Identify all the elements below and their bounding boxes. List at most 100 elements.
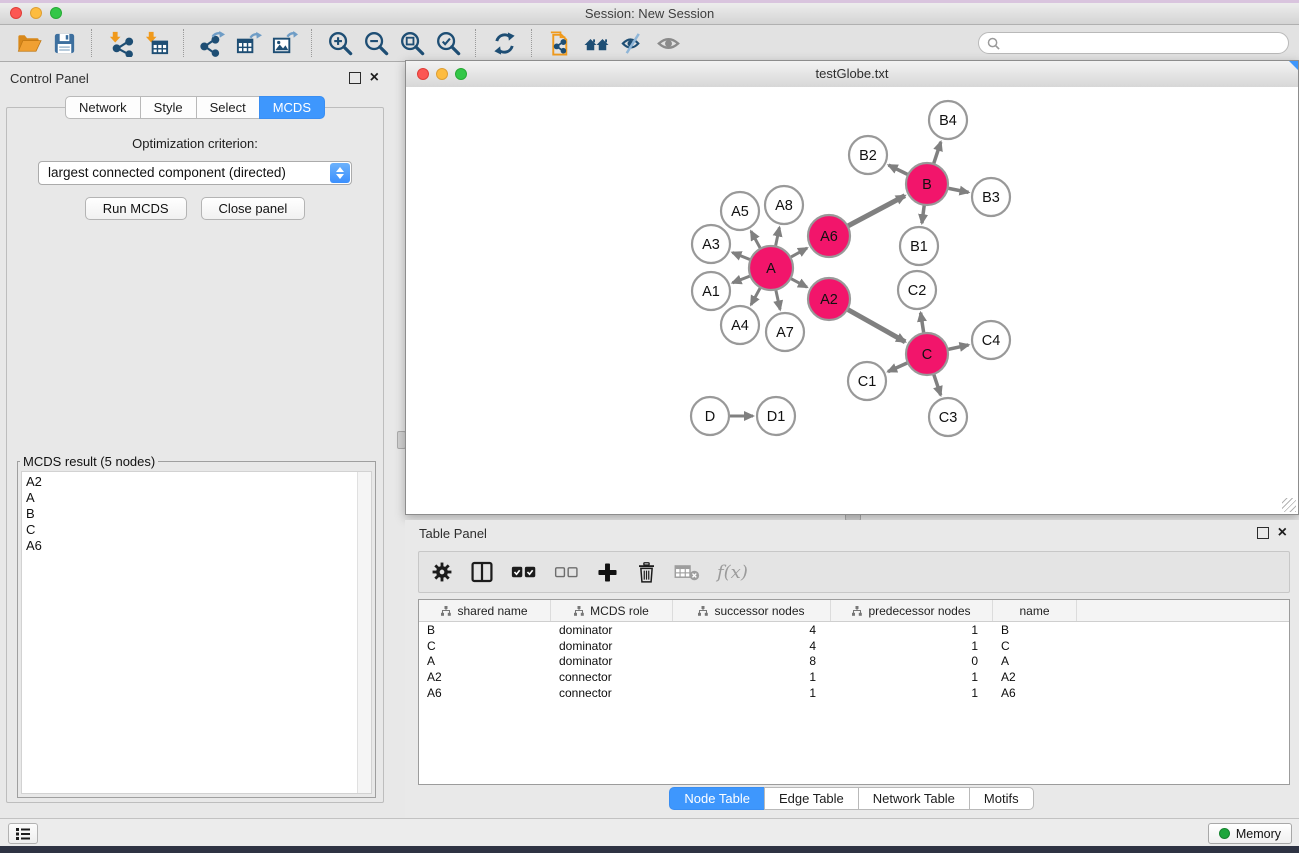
graph-node-C[interactable]: C — [906, 333, 948, 375]
close-table-panel-icon[interactable] — [1278, 527, 1287, 539]
float-table-panel-icon[interactable] — [1257, 527, 1269, 539]
zoom-network-button[interactable] — [455, 68, 467, 80]
window-resize-grip[interactable] — [1282, 498, 1296, 512]
attribute-settings-button[interactable] — [431, 561, 453, 583]
deselect-all-button[interactable] — [554, 564, 579, 580]
table-row[interactable]: Cdominator41C — [419, 638, 1289, 654]
graph-node-B3[interactable]: B3 — [972, 178, 1010, 216]
zoom-fit-button[interactable] — [394, 27, 430, 59]
export-table-button[interactable] — [230, 27, 266, 59]
column-header-successor-nodes[interactable]: successor nodes — [673, 600, 831, 621]
graph-node-A5[interactable]: A5 — [721, 192, 759, 230]
import-table-button[interactable] — [138, 27, 174, 59]
criterion-dropdown[interactable]: largest connected component (directed) — [38, 161, 352, 185]
dropdown-stepper-icon[interactable] — [330, 163, 350, 183]
network-graph[interactable]: B4 B2 B B3 A8A5 A6 A3 B1 A C2 A1 A2 A4A7 C4 C C1 C3 D D1 — [406, 87, 1298, 514]
graph-node-B[interactable]: B — [906, 163, 948, 205]
graph-node-A6[interactable]: A6 — [808, 215, 850, 257]
save-session-button[interactable] — [46, 27, 82, 59]
minimize-window-button[interactable] — [30, 7, 42, 19]
double-home-icon — [583, 30, 610, 57]
mcds-result-item[interactable]: A — [26, 490, 371, 506]
export-network-button[interactable] — [194, 27, 230, 59]
zoom-out-button[interactable] — [358, 27, 394, 59]
run-mcds-button[interactable]: Run MCDS — [85, 197, 187, 220]
cell-predecessor-nodes: 1 — [831, 639, 993, 653]
mcds-result-item[interactable]: B — [26, 506, 371, 522]
column-header-mcds-role[interactable]: MCDS role — [551, 600, 673, 621]
column-header-name[interactable]: name — [993, 600, 1077, 621]
graph-node-C2[interactable]: C2 — [898, 271, 936, 309]
tab-node-table[interactable]: Node Table — [669, 787, 765, 810]
graph-node-A2[interactable]: A2 — [808, 278, 850, 320]
first-neighbors-button[interactable] — [578, 27, 614, 59]
show-all-button[interactable] — [650, 27, 686, 59]
close-panel-button[interactable]: Close panel — [201, 197, 306, 220]
memory-button[interactable]: Memory — [1208, 823, 1292, 844]
zoom-window-button[interactable] — [50, 7, 62, 19]
mcds-result-item[interactable]: C — [26, 522, 371, 538]
graph-node-A4[interactable]: A4 — [721, 306, 759, 344]
tab-motifs[interactable]: Motifs — [969, 787, 1034, 810]
graph-node-A1[interactable]: A1 — [692, 272, 730, 310]
search-input[interactable] — [1005, 35, 1280, 51]
export-image-button[interactable] — [266, 27, 302, 59]
tab-mcds[interactable]: MCDS — [259, 96, 325, 119]
delete-column-button[interactable] — [636, 561, 657, 584]
graph-node-A[interactable]: A — [749, 246, 793, 290]
cell-shared-name: C — [419, 639, 551, 653]
tab-select[interactable]: Select — [196, 96, 260, 119]
table-row[interactable]: A6connector11A6 — [419, 685, 1289, 701]
graph-node-D1[interactable]: D1 — [757, 397, 795, 435]
graph-node-B1[interactable]: B1 — [900, 227, 938, 265]
select-all-button[interactable] — [511, 563, 537, 581]
graph-node-C1[interactable]: C1 — [848, 362, 886, 400]
close-network-button[interactable] — [417, 68, 429, 80]
tab-style[interactable]: Style — [140, 96, 197, 119]
mcds-result-item[interactable]: A6 — [26, 538, 371, 554]
column-layout-button[interactable] — [470, 560, 494, 584]
task-history-button[interactable] — [8, 823, 38, 844]
open-session-button[interactable] — [10, 27, 46, 59]
tab-network[interactable]: Network — [65, 96, 141, 119]
column-header-label: name — [1019, 604, 1049, 618]
column-header-predecessor-nodes[interactable]: predecessor nodes — [831, 600, 993, 621]
search-box[interactable] — [978, 32, 1289, 54]
table-row[interactable]: Bdominator41B — [419, 622, 1289, 638]
import-network-button[interactable] — [102, 27, 138, 59]
new-network-from-selection-button[interactable] — [542, 27, 578, 59]
zoom-selected-button[interactable] — [430, 27, 466, 59]
refresh-layout-button[interactable] — [486, 27, 522, 59]
result-list-scrollbar[interactable] — [357, 472, 371, 793]
float-panel-icon[interactable] — [349, 72, 361, 84]
graph-node-A7[interactable]: A7 — [766, 313, 804, 351]
graph-node-C4[interactable]: C4 — [972, 321, 1010, 359]
graph-node-B4[interactable]: B4 — [929, 101, 967, 139]
eye-icon — [655, 30, 682, 57]
network-window-titlebar[interactable]: testGlobe.txt — [406, 61, 1298, 88]
graph-node-A8[interactable]: A8 — [765, 186, 803, 224]
network-canvas[interactable]: B4 B2 B B3 A8A5 A6 A3 B1 A C2 A1 A2 A4A7 C4 C C1 C3 D D1 — [406, 87, 1298, 514]
minimize-network-button[interactable] — [436, 68, 448, 80]
function-builder-button[interactable]: f(x) — [717, 562, 748, 583]
tab-network-table[interactable]: Network Table — [858, 787, 970, 810]
close-panel-icon[interactable] — [370, 72, 379, 84]
graph-node-C3[interactable]: C3 — [929, 398, 967, 436]
close-window-button[interactable] — [10, 7, 22, 19]
graph-node-D[interactable]: D — [691, 397, 729, 435]
graph-node-A3[interactable]: A3 — [692, 225, 730, 263]
column-header-shared-name[interactable]: shared name — [419, 600, 551, 621]
zoom-in-button[interactable] — [322, 27, 358, 59]
add-column-button[interactable] — [596, 561, 619, 584]
graph-node-B2[interactable]: B2 — [849, 136, 887, 174]
tab-edge-table[interactable]: Edge Table — [764, 787, 859, 810]
delete-table-button[interactable] — [674, 562, 700, 582]
mcds-result-item[interactable]: A2 — [26, 474, 371, 490]
dock-indicator-icon[interactable] — [1289, 61, 1298, 70]
mcds-result-list[interactable]: A2ABCA6 — [21, 471, 372, 794]
export-table-icon — [235, 30, 262, 57]
graph-node-label: C — [922, 347, 932, 363]
table-row[interactable]: A2connector11A2 — [419, 669, 1289, 685]
table-row[interactable]: Adominator80A — [419, 653, 1289, 669]
hide-selected-button[interactable] — [614, 27, 650, 59]
